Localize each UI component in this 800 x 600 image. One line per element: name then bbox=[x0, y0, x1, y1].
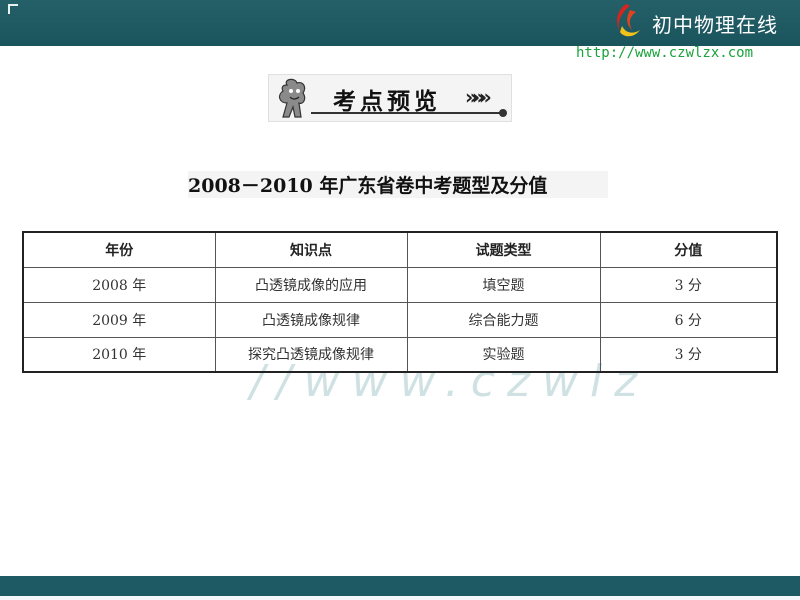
cell-topic: 探究凸透镜成像规律 bbox=[214, 336, 408, 373]
exam-table: 年份 知识点 试题类型 分值 2008 年 凸透镜成像的应用 填空题 3 分 2… bbox=[22, 231, 778, 373]
cell-year: 2008 年 bbox=[22, 266, 216, 303]
header-bar: 初中物理在线 bbox=[0, 0, 800, 46]
banner-dot bbox=[499, 109, 507, 117]
column-header-question-type: 试题类型 bbox=[406, 231, 601, 268]
footer-strip bbox=[0, 596, 800, 600]
cell-topic: 凸透镜成像的应用 bbox=[214, 266, 408, 303]
cell-topic: 凸透镜成像规律 bbox=[214, 301, 408, 338]
table-row: 2010 年 探究凸透镜成像规律 实验题 3 分 bbox=[22, 336, 778, 373]
cell-question-type: 综合能力题 bbox=[406, 301, 601, 338]
site-url[interactable]: http://www.czwlzx.com bbox=[576, 45, 753, 61]
mascot-icon bbox=[278, 78, 306, 118]
column-header-year: 年份 bbox=[22, 231, 216, 268]
table-title: 2008－2010 年广东省卷中考题型及分值 bbox=[188, 171, 608, 198]
double-arrow-icon: »»» bbox=[465, 85, 492, 109]
logo-icon bbox=[617, 4, 640, 37]
section-banner: 考点预览 »»» bbox=[268, 74, 512, 122]
table-row: 2008 年 凸透镜成像的应用 填空题 3 分 bbox=[22, 266, 778, 303]
table-header-row: 年份 知识点 试题类型 分值 bbox=[22, 231, 778, 268]
cell-year: 2010 年 bbox=[22, 336, 216, 373]
cell-score: 3 分 bbox=[599, 336, 778, 373]
corner-mark bbox=[8, 4, 18, 14]
cell-question-type: 填空题 bbox=[406, 266, 601, 303]
cell-score: 6 分 bbox=[599, 301, 778, 338]
column-header-topic: 知识点 bbox=[214, 231, 408, 268]
cell-question-type: 实验题 bbox=[406, 336, 601, 373]
cell-score: 3 分 bbox=[599, 266, 778, 303]
banner-underline bbox=[311, 112, 503, 114]
cell-year: 2009 年 bbox=[22, 301, 216, 338]
column-header-score: 分值 bbox=[599, 231, 778, 268]
brand-name: 初中物理在线 bbox=[652, 13, 778, 37]
table-row: 2009 年 凸透镜成像规律 综合能力题 6 分 bbox=[22, 301, 778, 338]
section-title: 考点预览 bbox=[333, 88, 441, 115]
